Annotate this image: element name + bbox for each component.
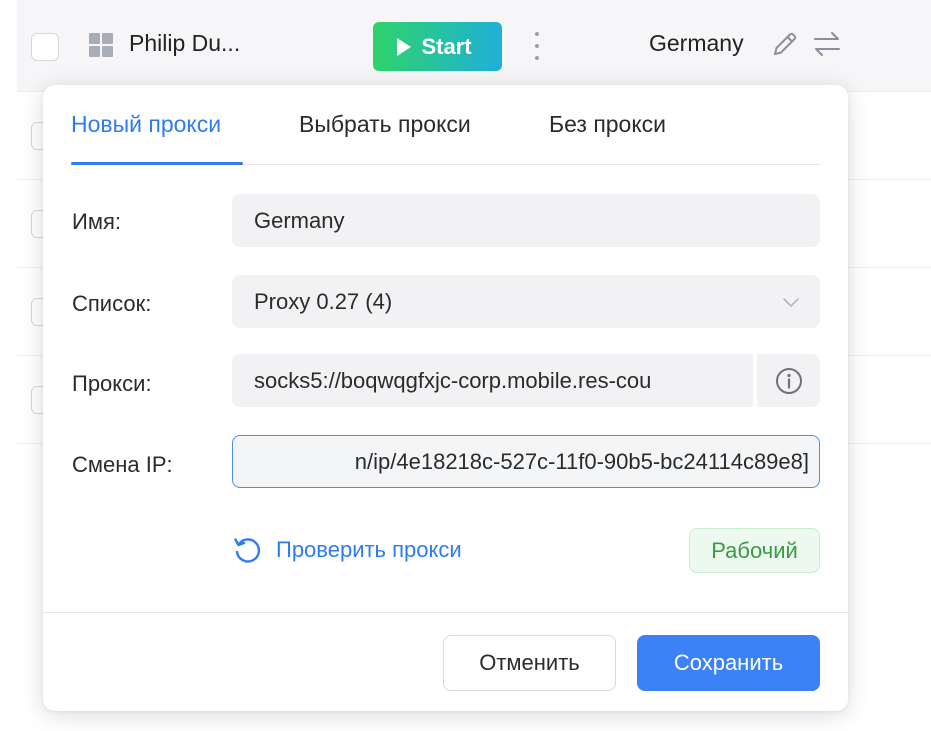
proxy-tabs: Новый прокси Выбрать прокси Без прокси xyxy=(71,85,821,165)
tab-select-proxy[interactable]: Выбрать прокси xyxy=(299,111,471,138)
list-select-value: Proxy 0.27 (4) xyxy=(254,288,393,314)
chevron-down-icon xyxy=(783,298,799,307)
check-proxy-label: Проверить прокси xyxy=(276,537,462,562)
refresh-icon xyxy=(234,538,261,563)
swap-arrows-icon[interactable] xyxy=(811,28,843,60)
row-checkbox[interactable] xyxy=(31,33,59,61)
table-row[interactable]: Philip Du... Start Germany xyxy=(17,0,931,92)
profile-name[interactable]: Philip Du... xyxy=(129,30,240,57)
proxy-input[interactable]: socks5://boqwqgfxjc-corp.mobile.res-cou xyxy=(232,354,753,407)
grid-icon xyxy=(89,33,113,57)
ip-change-input[interactable]: n/ip/4e18218c-527c-11f0-90b5-bc24114c89e… xyxy=(232,435,820,488)
row-proxy-name: Germany xyxy=(649,30,744,56)
proxy-popup: Новый прокси Выбрать прокси Без прокси И… xyxy=(43,85,848,711)
info-icon xyxy=(775,367,802,394)
cancel-button[interactable]: Отменить xyxy=(443,635,616,691)
tab-new-proxy[interactable]: Новый прокси xyxy=(71,111,221,138)
kebab-menu-icon[interactable] xyxy=(529,28,545,64)
save-button[interactable]: Сохранить xyxy=(637,635,820,691)
list-select[interactable]: Proxy 0.27 (4) xyxy=(232,275,820,328)
ip-change-label: Смена IP: xyxy=(72,452,173,477)
start-button[interactable]: Start xyxy=(373,22,502,71)
proxy-info-button[interactable] xyxy=(755,354,820,407)
tab-no-proxy[interactable]: Без прокси xyxy=(549,111,666,138)
footer-divider xyxy=(43,612,848,613)
proxy-label: Прокси: xyxy=(72,371,152,396)
name-label: Имя: xyxy=(72,209,121,234)
play-icon xyxy=(397,37,412,56)
list-label: Список: xyxy=(72,291,152,316)
pencil-icon[interactable] xyxy=(769,28,801,60)
name-input[interactable]: Germany xyxy=(232,194,820,247)
check-proxy-button[interactable]: Проверить прокси xyxy=(232,535,462,565)
status-badge: Рабочий xyxy=(689,528,820,573)
start-button-label: Start xyxy=(421,33,472,59)
active-tab-indicator xyxy=(71,162,243,165)
